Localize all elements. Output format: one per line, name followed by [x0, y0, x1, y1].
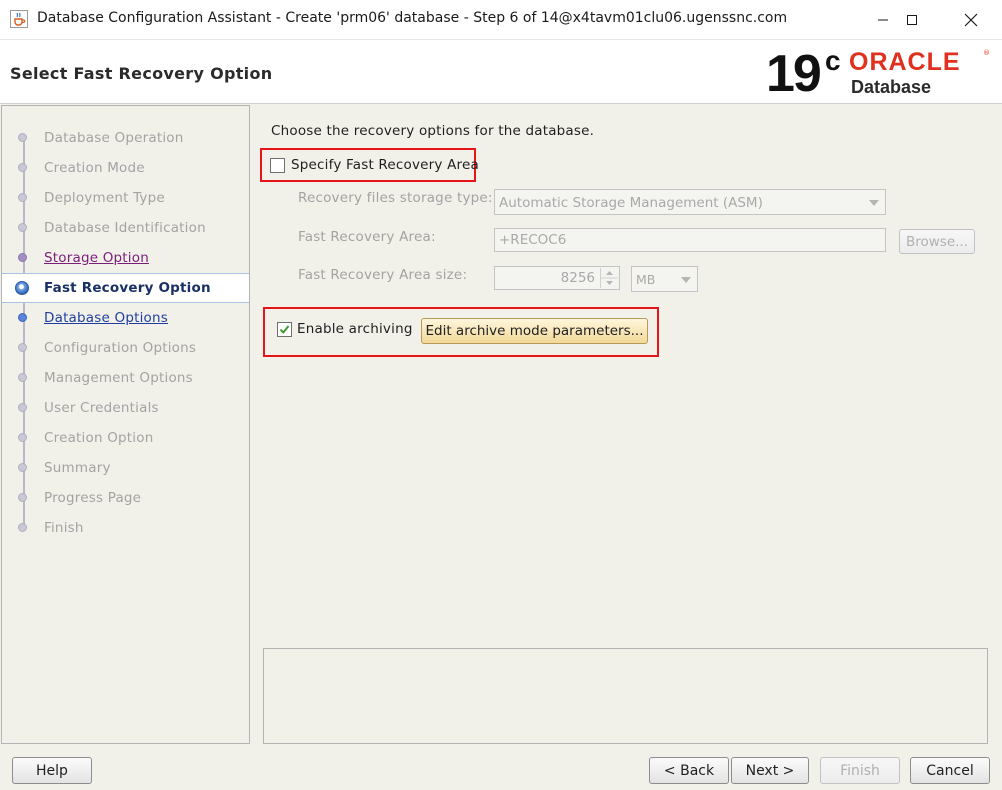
fra-location-input[interactable]: +RECOC6	[494, 228, 886, 252]
window-title-bar: Database Configuration Assistant - Creat…	[0, 0, 1002, 40]
enable-archiving-checkbox[interactable]	[277, 322, 292, 337]
spinner-arrows-icon	[601, 271, 618, 285]
registered-mark: ®	[983, 49, 990, 57]
current-step-icon	[15, 281, 29, 295]
step-dot-icon	[18, 313, 27, 322]
close-window-button[interactable]	[942, 0, 1000, 39]
nav-step-database-operation: Database Operation	[2, 123, 249, 153]
fra-size-unit-select[interactable]: MB	[631, 266, 698, 292]
step-dot-icon	[18, 133, 27, 142]
finish-button[interactable]: Finish	[820, 757, 900, 784]
nav-step-management-options: Management Options	[2, 363, 249, 393]
step-dot-icon	[18, 193, 27, 202]
fra-size-value: 8256	[560, 270, 595, 286]
edit-archive-parameters-button[interactable]: Edit archive mode parameters...	[421, 318, 648, 344]
nav-step-label: Deployment Type	[44, 190, 165, 206]
specify-fra-label[interactable]: Specify Fast Recovery Area	[291, 157, 479, 173]
nav-step-label: Summary	[44, 460, 111, 476]
storage-type-label: Recovery files storage type:	[298, 190, 493, 206]
intro-text: Choose the recovery options for the data…	[271, 123, 595, 139]
fra-location-label: Fast Recovery Area:	[298, 229, 436, 245]
maximize-icon	[907, 14, 917, 25]
nav-step-creation-option: Creation Option	[2, 423, 249, 453]
step-dot-icon	[18, 463, 27, 472]
storage-type-select[interactable]: Automatic Storage Management (ASM)	[494, 189, 886, 215]
step-dot-icon	[18, 223, 27, 232]
oracle-logo-text: ORACLE	[849, 48, 961, 76]
nav-step-label[interactable]: Database Options	[44, 310, 168, 326]
page-title: Select Fast Recovery Option	[10, 64, 273, 83]
nav-step-label: Creation Mode	[44, 160, 145, 176]
step-dot-icon	[18, 523, 27, 532]
step-dot-icon	[18, 253, 27, 262]
fra-size-unit-value: MB	[636, 272, 656, 287]
spinner-arrows[interactable]	[600, 268, 618, 288]
message-area	[263, 648, 988, 744]
close-icon	[964, 13, 978, 26]
browse-button[interactable]: Browse...	[899, 229, 975, 254]
nav-step-summary: Summary	[2, 453, 249, 483]
fra-size-spinner[interactable]: 8256	[494, 266, 620, 290]
cancel-button[interactable]: Cancel	[910, 757, 990, 784]
nav-step-storage-option[interactable]: Storage Option	[2, 243, 249, 273]
step-dot-icon	[18, 403, 27, 412]
step-dot-icon	[18, 373, 27, 382]
nav-step-database-identification: Database Identification	[2, 213, 249, 243]
nav-step-label: Fast Recovery Option	[44, 280, 211, 296]
fra-location-value: +RECOC6	[499, 232, 567, 248]
step-dot-icon	[18, 163, 27, 172]
nav-step-label[interactable]: Storage Option	[44, 250, 149, 266]
nav-step-creation-mode: Creation Mode	[2, 153, 249, 183]
step-dot-icon	[18, 343, 27, 352]
step-dot-icon	[18, 433, 27, 442]
logo-product-name: Database	[851, 77, 932, 97]
storage-type-value: Automatic Storage Management (ASM)	[499, 195, 763, 211]
enable-archiving-label[interactable]: Enable archiving	[297, 321, 413, 337]
nav-step-label: Database Identification	[44, 220, 206, 236]
nav-step-fast-recovery-option: Fast Recovery Option	[2, 273, 249, 303]
checkmark-icon	[279, 325, 290, 335]
logo-version-number: 19	[766, 45, 822, 103]
nav-step-label: Management Options	[44, 370, 193, 386]
step-dot-icon	[18, 493, 27, 502]
chevron-down-icon	[869, 200, 879, 206]
nav-step-database-options[interactable]: Database Options	[2, 303, 249, 333]
page-header: Select Fast Recovery Option 19 c ORACLE …	[0, 40, 1002, 104]
back-button[interactable]: < Back	[649, 757, 729, 784]
nav-step-configuration-options: Configuration Options	[2, 333, 249, 363]
window-title: Database Configuration Assistant - Creat…	[37, 10, 788, 26]
nav-step-label: Progress Page	[44, 490, 142, 506]
fra-size-label: Fast Recovery Area size:	[298, 267, 468, 283]
specify-fra-checkbox[interactable]	[270, 158, 285, 173]
maximize-button[interactable]	[883, 0, 941, 39]
nav-step-deployment-type: Deployment Type	[2, 183, 249, 213]
nav-step-label: User Credentials	[44, 400, 159, 416]
chevron-down-icon	[681, 277, 691, 283]
java-coffee-icon	[10, 10, 28, 28]
nav-step-label: Creation Option	[44, 430, 154, 446]
nav-step-label: Database Operation	[44, 130, 184, 146]
nav-step-progress-page: Progress Page	[2, 483, 249, 513]
nav-step-label: Configuration Options	[44, 340, 197, 356]
nav-step-finish: Finish	[2, 513, 249, 543]
nav-step-label: Finish	[44, 520, 84, 536]
next-button[interactable]: Next >	[731, 757, 809, 784]
logo-version-suffix: c	[825, 45, 841, 76]
nav-step-user-credentials: User Credentials	[2, 393, 249, 423]
help-button[interactable]: Help	[12, 757, 92, 784]
